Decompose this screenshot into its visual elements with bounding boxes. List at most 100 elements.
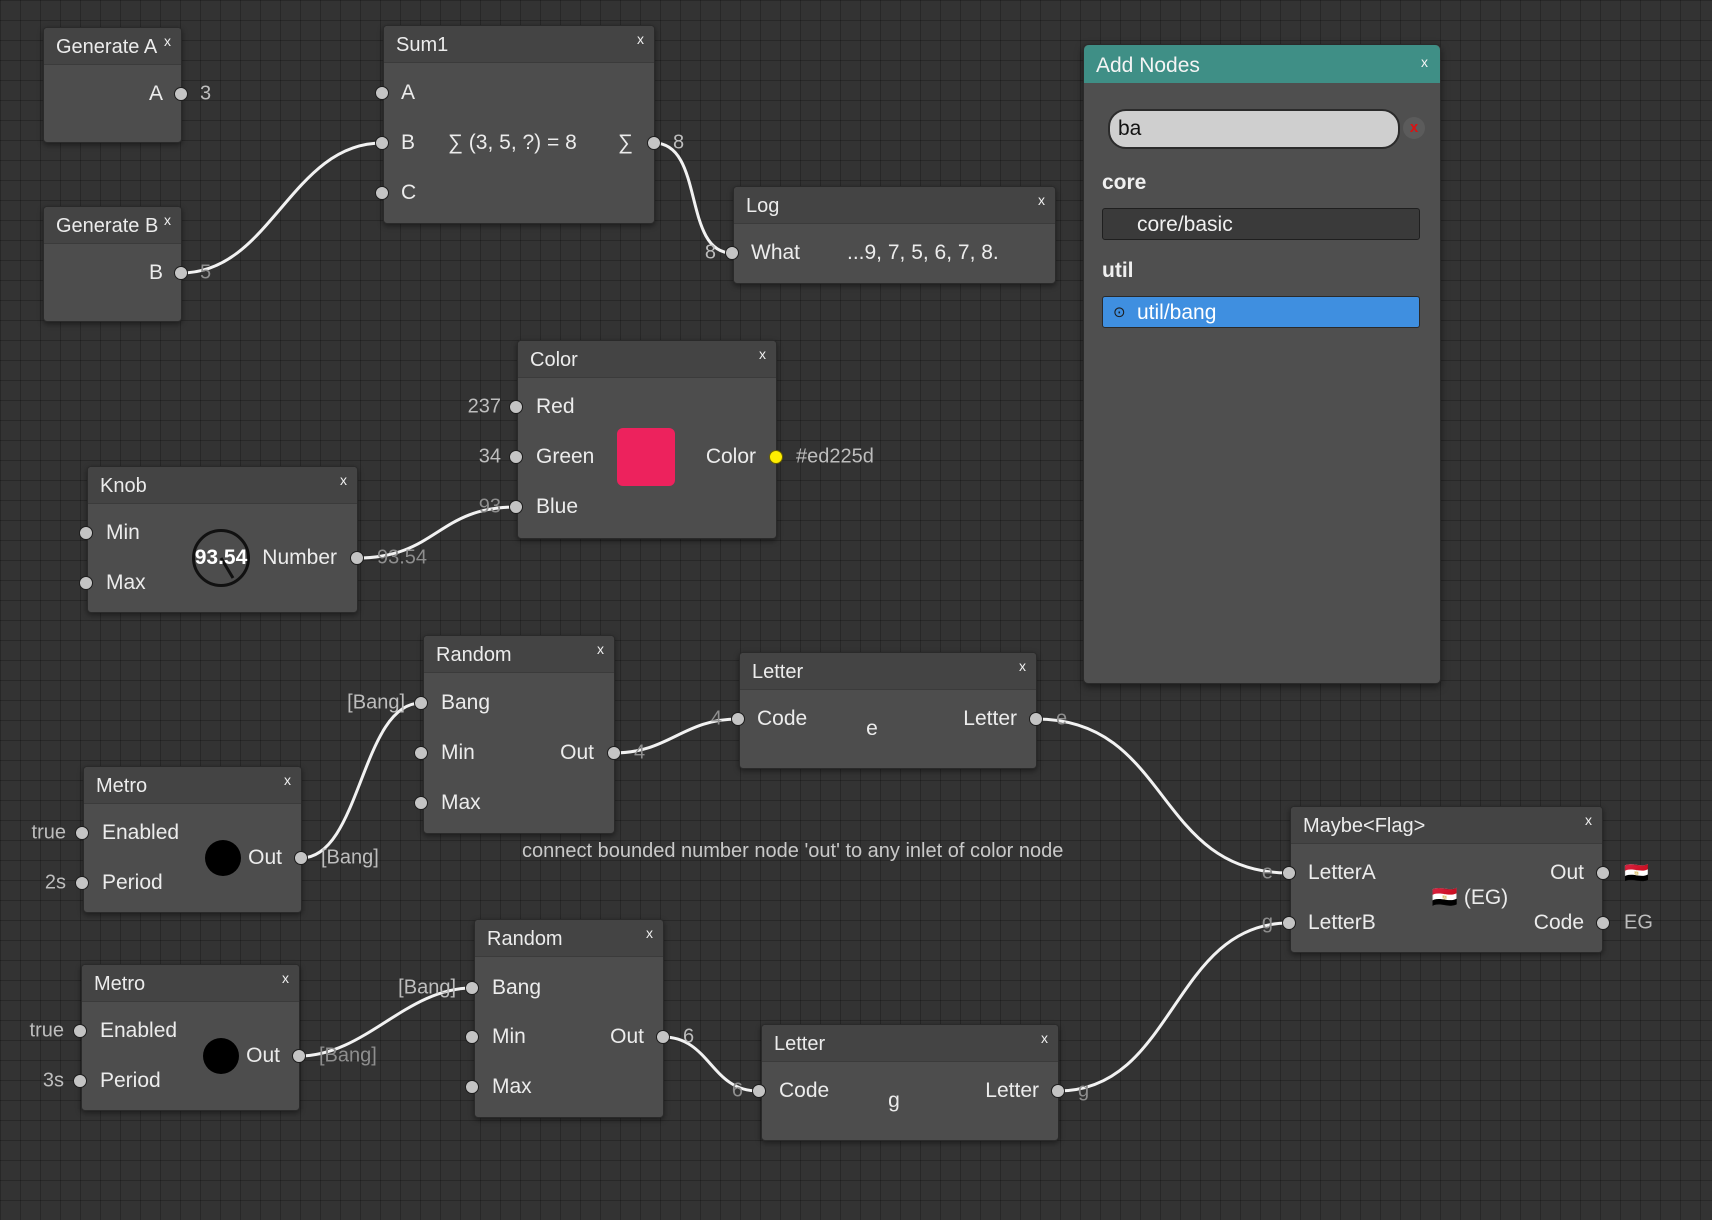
outlet-port-color[interactable] xyxy=(769,450,783,464)
inlet-port-period[interactable] xyxy=(75,876,89,890)
outlet-value: 4 xyxy=(634,741,646,764)
inlet-port-letter-a[interactable] xyxy=(1282,866,1296,880)
outlet-label-letter: Letter xyxy=(985,1079,1039,1102)
inlet-port-enabled[interactable] xyxy=(73,1024,87,1038)
inlet-port-letter-b[interactable] xyxy=(1282,916,1296,930)
inlet-label-b: B xyxy=(401,131,416,154)
inlet-port-enabled[interactable] xyxy=(75,826,89,840)
search-input[interactable]: ba xyxy=(1108,109,1400,149)
outlet-port-code[interactable] xyxy=(1596,916,1610,930)
outlet-port-a[interactable] xyxy=(174,87,188,101)
node-title[interactable]: Color x xyxy=(518,341,776,378)
node-title[interactable]: Letter x xyxy=(762,1025,1058,1062)
item-label: core/basic xyxy=(1137,213,1233,236)
node-title[interactable]: Log x xyxy=(734,187,1055,224)
close-icon[interactable]: x xyxy=(284,761,291,799)
inlet-port-c[interactable] xyxy=(375,186,389,200)
close-icon[interactable]: x xyxy=(1041,1019,1048,1057)
letter-display: g xyxy=(888,1089,900,1112)
sum-expression: ∑ (3, 5, ?) = 8 xyxy=(448,131,577,154)
inlet-port-b[interactable] xyxy=(375,136,389,150)
inlet-port-period[interactable] xyxy=(73,1074,87,1088)
close-icon[interactable]: x xyxy=(646,914,653,952)
outlet-port-out[interactable] xyxy=(1596,866,1610,880)
inlet-port-max[interactable] xyxy=(414,796,428,810)
inlet-port-what[interactable] xyxy=(725,246,739,260)
panel-title[interactable]: Add Nodes x xyxy=(1084,45,1440,83)
inlet-port-min[interactable] xyxy=(79,526,93,540)
close-icon[interactable]: x xyxy=(1585,801,1592,839)
close-icon[interactable]: x xyxy=(1038,181,1045,219)
close-icon[interactable]: x xyxy=(637,20,644,58)
outlet-label-a: A xyxy=(148,82,163,105)
inlet-label-green: Green xyxy=(536,445,595,468)
inlet-port-a[interactable] xyxy=(375,86,389,100)
node-title[interactable]: Generate Bx xyxy=(44,207,181,244)
node-title[interactable]: Random x xyxy=(424,636,614,673)
inlet-label-letter-b: LetterB xyxy=(1308,911,1376,934)
outlet-value: #ed225d xyxy=(796,445,874,468)
outlet-label-out: Out xyxy=(248,846,282,869)
node-item-util-bang[interactable]: ⊙ util/bang xyxy=(1102,296,1420,328)
inlet-port-blue[interactable] xyxy=(509,500,523,514)
outlet-port-letter[interactable] xyxy=(1051,1084,1065,1098)
inlet-port-bang[interactable] xyxy=(465,981,479,995)
close-icon[interactable]: x xyxy=(597,630,604,668)
inlet-label-min: Min xyxy=(492,1025,526,1048)
close-icon[interactable]: x xyxy=(1019,647,1026,685)
node-title[interactable]: Generate Ax xyxy=(44,28,181,65)
node-title[interactable]: Maybe<Flag> x xyxy=(1291,807,1602,844)
node-item-core-basic[interactable]: core/basic xyxy=(1102,208,1420,240)
outlet-port-out[interactable] xyxy=(294,851,308,865)
inlet-value-green: 34 xyxy=(478,445,501,468)
outlet-port-out[interactable] xyxy=(292,1049,306,1063)
close-icon[interactable]: x xyxy=(164,201,171,239)
close-icon[interactable]: x xyxy=(282,959,289,997)
inlet-port-min[interactable] xyxy=(465,1030,479,1044)
metro-indicator-icon xyxy=(203,1038,239,1074)
close-icon[interactable]: x xyxy=(1421,41,1428,83)
add-nodes-panel[interactable]: Add Nodes x ba x core core/basic util ⊙ ut… xyxy=(1083,44,1441,684)
inlet-label-enabled: Enabled xyxy=(100,1019,178,1042)
outlet-value: e xyxy=(1056,707,1068,730)
inlet-label-max: Max xyxy=(106,571,146,594)
inlet-port-bang[interactable] xyxy=(414,696,428,710)
knob-dial[interactable]: 93.54 xyxy=(192,529,250,587)
log-display: ...9, 7, 5, 6, 7, 8. xyxy=(847,241,999,264)
node-log[interactable]: Log x xyxy=(733,186,1056,284)
inlet-port-red[interactable] xyxy=(509,400,523,414)
node-title[interactable]: Letter x xyxy=(740,653,1036,690)
node-title[interactable]: Metro x xyxy=(84,767,301,804)
inlet-port-code[interactable] xyxy=(752,1084,766,1098)
close-icon[interactable]: x xyxy=(164,22,171,60)
outlet-port-out[interactable] xyxy=(656,1030,670,1044)
node-title[interactable]: Knob x xyxy=(88,467,357,504)
inlet-value-period: 2s xyxy=(44,871,66,894)
outlet-port-number[interactable] xyxy=(350,551,364,565)
inlet-port-max[interactable] xyxy=(465,1080,479,1094)
outlet-port-b[interactable] xyxy=(174,266,188,280)
inlet-port-min[interactable] xyxy=(414,746,428,760)
inlet-port-max[interactable] xyxy=(79,576,93,590)
node-title[interactable]: Random x xyxy=(475,920,663,957)
inlet-port-green[interactable] xyxy=(509,450,523,464)
outlet-port-sum[interactable] xyxy=(647,136,661,150)
clear-search-button[interactable]: x xyxy=(1403,117,1425,139)
inlet-port-code[interactable] xyxy=(731,712,745,726)
node-title[interactable]: Metro x xyxy=(82,965,299,1002)
inlet-label-period: Period xyxy=(102,871,163,894)
canvas-comment: connect bounded number node 'out' to any… xyxy=(522,840,1064,862)
outlet-port-out[interactable] xyxy=(607,746,621,760)
close-icon[interactable]: x xyxy=(340,461,347,499)
inlet-label-code: Code xyxy=(779,1079,830,1102)
inlet-value-enabled: true xyxy=(31,821,66,844)
outlet-port-letter[interactable] xyxy=(1029,712,1043,726)
inlet-label-blue: Blue xyxy=(536,495,579,518)
close-icon[interactable]: x xyxy=(759,335,766,373)
outlet-label-out: Out xyxy=(246,1044,280,1067)
node-title[interactable]: Sum1 x xyxy=(384,26,654,63)
node-sum1[interactable]: Sum1 x xyxy=(383,25,655,224)
category-util: util xyxy=(1102,259,1134,282)
outlet-label-number: Number xyxy=(262,546,337,569)
outlet-label-out: Out xyxy=(560,741,594,764)
